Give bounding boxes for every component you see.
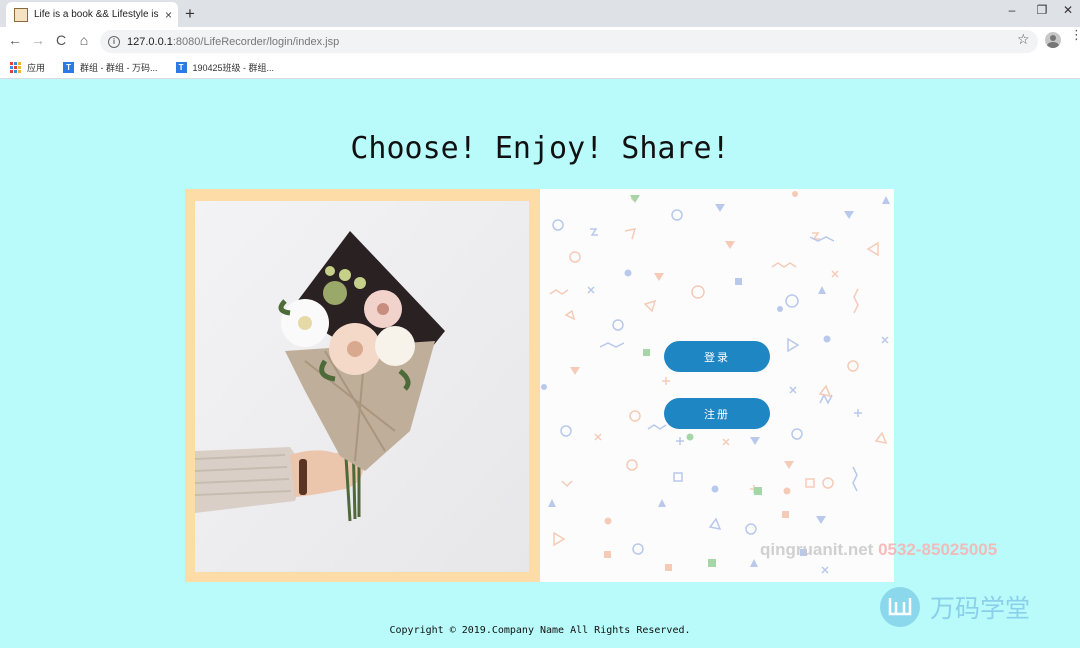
browser-menu-icon[interactable]: ⋮ — [1070, 28, 1080, 41]
tab-title: Life is a book && Lifestyle is a... — [34, 9, 159, 20]
bookmark-group-2[interactable]: T 190425班级 - 群组... — [175, 61, 275, 74]
bookmark-star-icon[interactable]: ☆ — [1017, 31, 1030, 48]
url-host: 127.0.0.1 — [127, 35, 173, 48]
home-button[interactable]: ⌂ — [75, 32, 93, 48]
back-button[interactable]: ← — [6, 32, 24, 48]
register-button[interactable]: 注册 — [664, 398, 770, 429]
confetti-pattern — [541, 191, 890, 574]
forward-button[interactable]: → — [29, 32, 47, 48]
reload-button[interactable]: C — [52, 32, 70, 48]
tab-strip: Life is a book && Lifestyle is a... × + … — [0, 0, 1080, 27]
maximize-button[interactable]: ❐ — [1032, 3, 1052, 17]
watermark-text: qingruanit.net 0532-85025005 — [760, 540, 997, 560]
site-info-icon[interactable]: i — [108, 35, 120, 48]
page-headline: Choose! Enjoy! Share! — [350, 131, 730, 166]
auth-panel: 登录 注册 — [540, 189, 894, 582]
bookmark-label: 群组 - 群组 - 万码... — [80, 62, 158, 73]
bookmark-label: 190425班级 - 群组... — [192, 62, 275, 73]
tab-close-icon[interactable]: × — [165, 8, 172, 22]
bookmark-site-icon: T — [63, 61, 75, 73]
bookmark-label: 应用 — [27, 62, 46, 73]
flower-bouquet-photo — [195, 201, 529, 572]
apps-grid-icon — [10, 61, 21, 73]
profile-avatar-icon[interactable] — [1045, 32, 1061, 48]
login-button[interactable]: 登录 — [664, 341, 770, 372]
new-tab-button[interactable]: + — [185, 4, 195, 24]
url-path: :8080/LifeRecorder/login/index.jsp — [172, 35, 340, 48]
watermark-brand: 万码学堂 — [930, 594, 1031, 623]
bookmarks-bar: 应用 T 群组 - 群组 - 万码... T 190425班级 - 群组... — [0, 56, 1080, 79]
close-window-button[interactable]: ✕ — [1058, 3, 1078, 17]
browser-tab[interactable]: Life is a book && Lifestyle is a... × — [6, 2, 178, 27]
bookmark-group-1[interactable]: T 群组 - 群组 - 万码... — [63, 61, 158, 74]
watermark-badge-icon — [880, 587, 920, 627]
bookmark-apps[interactable]: 应用 — [10, 61, 45, 74]
photo-frame — [185, 189, 540, 582]
site-favicon-icon — [14, 7, 28, 22]
bookmark-site-icon: T — [175, 61, 187, 73]
browser-toolbar: ← → C ⌂ i 127.0.0.1:8080/LifeRecorder/lo… — [0, 27, 1080, 56]
minimize-button[interactable]: – — [1002, 3, 1022, 17]
watermark-site: qingruanit.net — [760, 540, 874, 559]
watermark-logo: 万码学堂 — [880, 587, 1030, 627]
address-bar[interactable]: i 127.0.0.1:8080/LifeRecorder/login/inde… — [100, 30, 1038, 53]
watermark-phone: 0532-85025005 — [878, 540, 998, 559]
